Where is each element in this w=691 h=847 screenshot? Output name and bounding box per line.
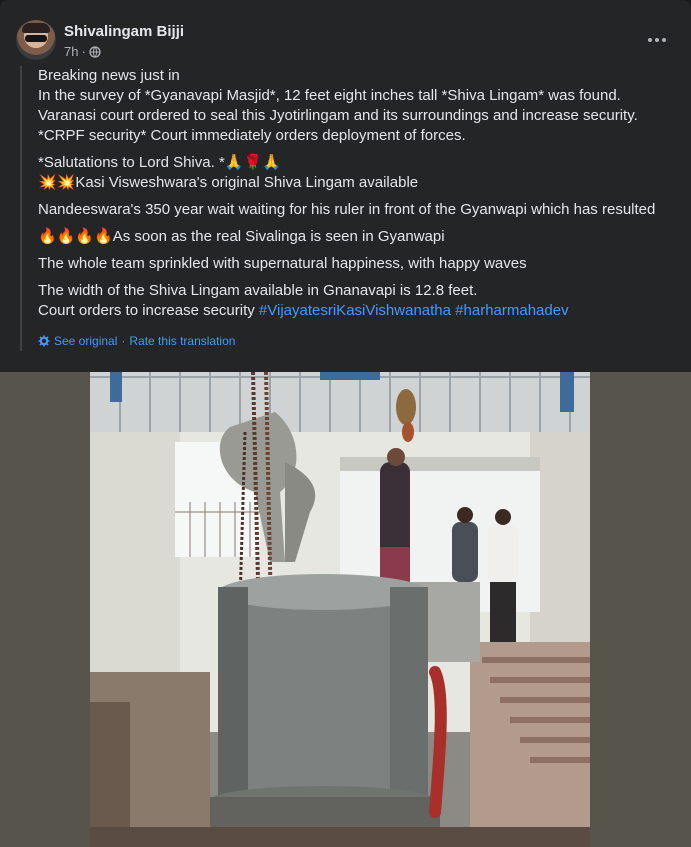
more-dot [655,38,659,42]
post-paragraph: *Salutations to Lord Shiva. *🙏🌹🙏 💥💥Kasi … [38,154,419,191]
post-paragraph: Breaking news just in In the survey of *… [38,67,638,144]
avatar-glasses [25,35,47,42]
more-dot [662,38,666,42]
post-paragraph: 🔥🔥🔥🔥As soon as the real Sivalinga is see… [38,228,445,245]
post-photo-frame [0,372,691,847]
avatar[interactable] [16,20,56,60]
post-paragraph: The whole team sprinkled with supernatur… [38,255,527,272]
post-paragraph-last: The width of the Shiva Lingam available … [38,281,678,321]
translation-separator: · [121,334,126,348]
avatar-hair [22,23,50,33]
meta-dot: · [81,44,86,59]
photo-image [90,372,590,847]
gear-icon [38,335,50,347]
post-header: Shivalingam Bijji 7h · [16,20,675,64]
post-meta: 7h · [64,44,101,59]
width-line: The width of the Shiva Lingam available … [38,282,478,299]
translation-bar: See original · Rate this translation [38,331,678,351]
see-original-link[interactable]: See original [54,331,117,351]
post-photo[interactable] [90,372,590,847]
post-paragraph: Nandeeswara's 350 year wait waiting for … [38,201,656,218]
globe-icon[interactable] [89,45,101,58]
security-line: Court orders to increase security [38,302,259,319]
post-time[interactable]: 7h [64,44,78,59]
more-options-button[interactable] [645,28,669,52]
post-body: Breaking news just in In the survey of *… [20,66,678,351]
hashtag-link[interactable]: #harharmahadev [455,302,568,319]
author-name[interactable]: Shivalingam Bijji [64,23,184,40]
hashtag-link[interactable]: #VijayatesriKasiVishwanatha [259,302,451,319]
more-dot [648,38,652,42]
rate-translation-link[interactable]: Rate this translation [129,331,235,351]
post-card: Shivalingam Bijji 7h · Breaking news jus… [0,0,691,847]
